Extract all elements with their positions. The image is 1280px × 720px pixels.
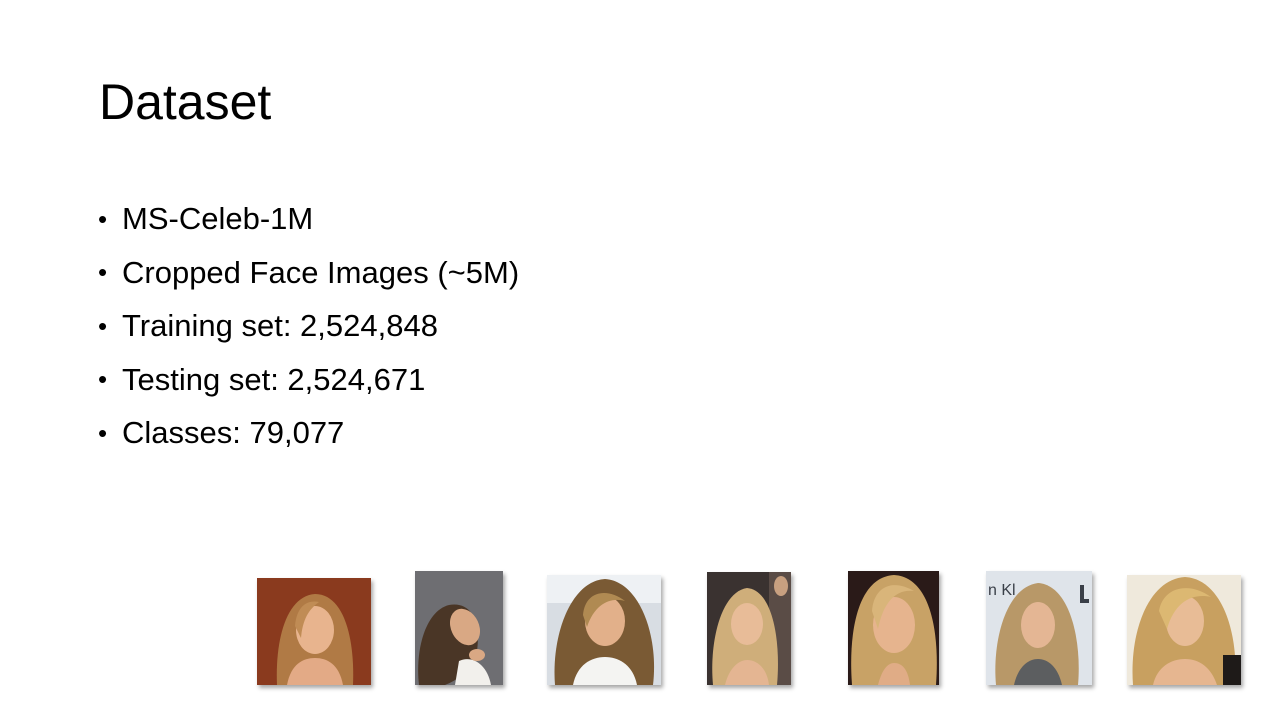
face-photo bbox=[257, 578, 371, 685]
bullet-text: Cropped Face Images (~5M) bbox=[122, 254, 520, 290]
bullet-icon: • bbox=[98, 203, 108, 234]
bullet-item: • Cropped Face Images (~5M) bbox=[98, 246, 519, 300]
bullet-item: • Training set: 2,524,848 bbox=[98, 299, 519, 353]
face-photo-graphic bbox=[415, 571, 503, 685]
face-photo: n Kl bbox=[986, 571, 1092, 685]
face-photo-graphic bbox=[707, 572, 791, 685]
bullet-icon: • bbox=[98, 257, 108, 288]
photo-background-text: n Kl bbox=[988, 582, 1016, 599]
face-photo-graphic bbox=[257, 578, 371, 685]
bullet-text: Testing set: 2,524,671 bbox=[122, 361, 426, 397]
face-photo bbox=[848, 571, 939, 685]
face-photo-graphic bbox=[547, 575, 661, 685]
bullet-item: • Testing set: 2,524,671 bbox=[98, 353, 519, 407]
bullet-text: MS-Celeb-1M bbox=[122, 201, 314, 237]
bullet-text: Training set: 2,524,848 bbox=[122, 308, 438, 344]
bullet-item: • Classes: 79,077 bbox=[98, 406, 519, 460]
face-photo-graphic bbox=[1127, 575, 1241, 685]
face-photo-graphic: n Kl bbox=[986, 571, 1092, 685]
bullet-icon: • bbox=[98, 310, 108, 341]
bullet-text: Classes: 79,077 bbox=[122, 415, 345, 451]
bullet-icon: • bbox=[98, 364, 108, 395]
face-photo bbox=[1127, 575, 1241, 685]
face-photo bbox=[415, 571, 503, 685]
face-photo-graphic bbox=[848, 571, 939, 685]
bullet-item: • MS-Celeb-1M bbox=[98, 192, 519, 246]
bullet-list: • MS-Celeb-1M • Cropped Face Images (~5M… bbox=[98, 192, 519, 460]
face-photo bbox=[707, 572, 791, 685]
slide: Dataset • MS-Celeb-1M • Cropped Face Ima… bbox=[0, 0, 1280, 720]
face-photo bbox=[547, 575, 661, 685]
bullet-icon: • bbox=[98, 417, 108, 448]
slide-title: Dataset bbox=[99, 74, 272, 130]
